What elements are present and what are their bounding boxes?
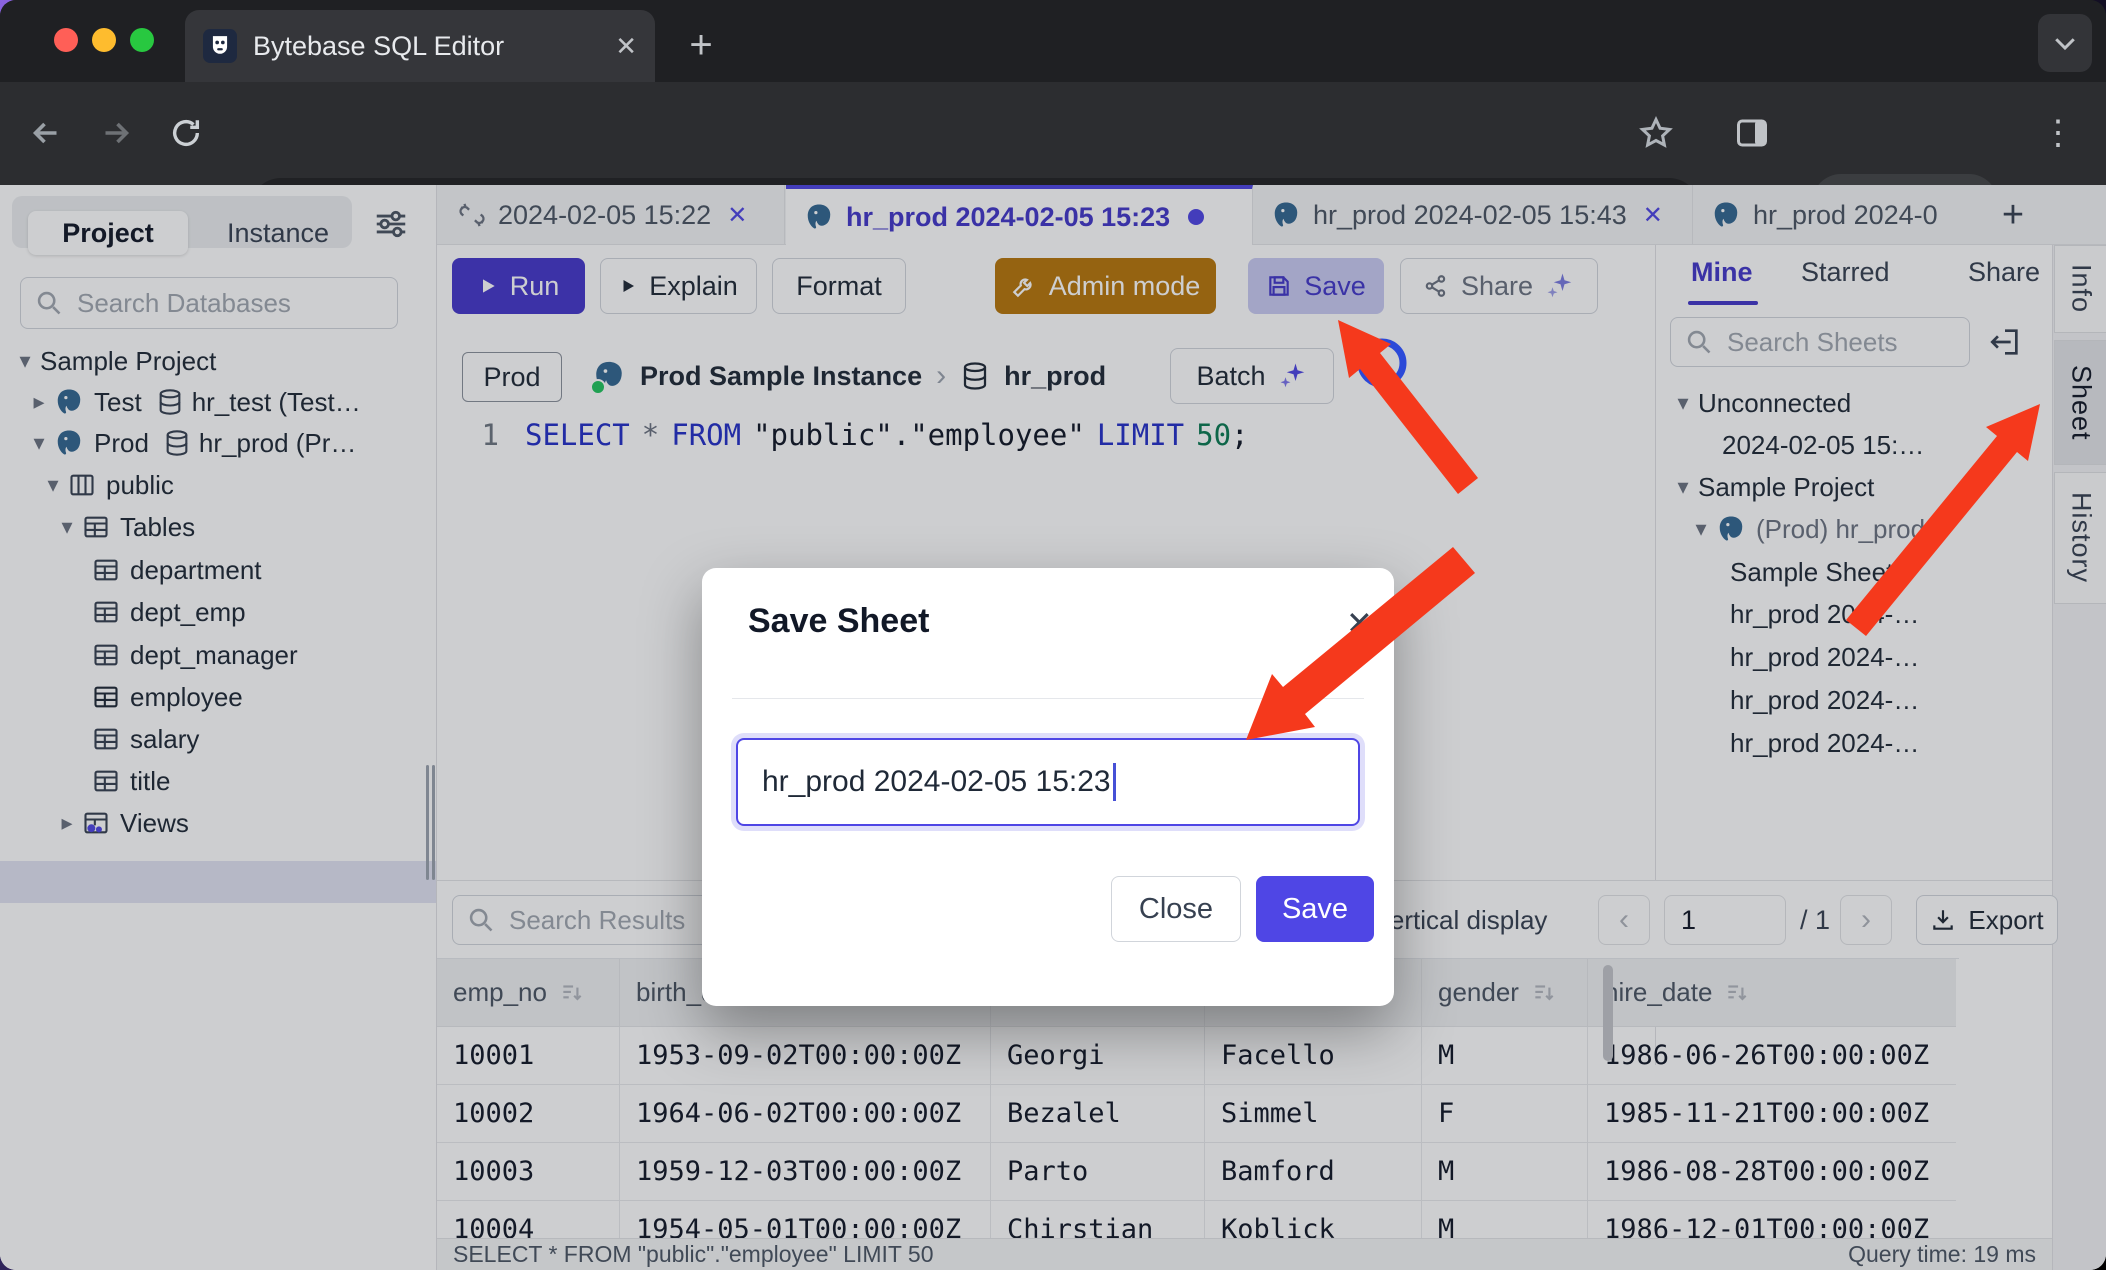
- arrow-right-icon: [98, 115, 134, 151]
- back-button[interactable]: [18, 105, 74, 161]
- tab-search-button[interactable]: [2038, 14, 2092, 72]
- dialog-divider: [732, 698, 1364, 699]
- close-button-label: Close: [1139, 893, 1213, 926]
- side-panel-button[interactable]: [1724, 105, 1780, 161]
- browser-tab-close-icon[interactable]: ✕: [615, 31, 637, 62]
- reload-button[interactable]: [158, 105, 214, 161]
- browser-toolbar: localhost:8080/sql-editor/prod-sample-in…: [0, 82, 2106, 185]
- macos-zoom-button[interactable]: [130, 28, 154, 52]
- text-cursor: [1113, 763, 1116, 801]
- bookmark-button[interactable]: [1628, 105, 1684, 161]
- chevron-down-icon: [2050, 28, 2080, 58]
- sheet-name-input[interactable]: hr_prod 2024-02-05 15:23: [736, 738, 1360, 826]
- macos-close-button[interactable]: [54, 28, 78, 52]
- side-panel-icon: [1734, 115, 1770, 151]
- dialog-close-icon[interactable]: ✕: [1346, 604, 1373, 642]
- sheet-name-value: hr_prod 2024-02-05 15:23: [762, 765, 1111, 799]
- browser-tab-strip: Bytebase SQL Editor ✕ +: [0, 0, 2106, 82]
- arrow-left-icon: [28, 115, 64, 151]
- save-sheet-dialog: Save Sheet ✕ hr_prod 2024-02-05 15:23 Cl…: [702, 568, 1394, 1006]
- desktop: Bytebase SQL Editor ✕ + localhost:8080/s…: [0, 0, 2106, 1270]
- forward-button[interactable]: [88, 105, 144, 161]
- browser-menu-button[interactable]: ⋮: [2030, 105, 2086, 161]
- bytebase-favicon: [203, 29, 237, 63]
- new-tab-button[interactable]: +: [678, 22, 724, 68]
- dialog-title: Save Sheet: [748, 602, 929, 641]
- macos-minimize-button[interactable]: [92, 28, 116, 52]
- dialog-close-button[interactable]: Close: [1111, 876, 1241, 942]
- dialog-save-button[interactable]: Save: [1256, 876, 1374, 942]
- browser-tab-title: Bytebase SQL Editor: [253, 31, 615, 62]
- reload-icon: [169, 116, 203, 150]
- star-icon: [1638, 115, 1674, 151]
- browser-tab[interactable]: Bytebase SQL Editor ✕: [185, 10, 655, 82]
- save-button-label: Save: [1282, 893, 1348, 926]
- browser-window: Bytebase SQL Editor ✕ + localhost:8080/s…: [0, 0, 2106, 1270]
